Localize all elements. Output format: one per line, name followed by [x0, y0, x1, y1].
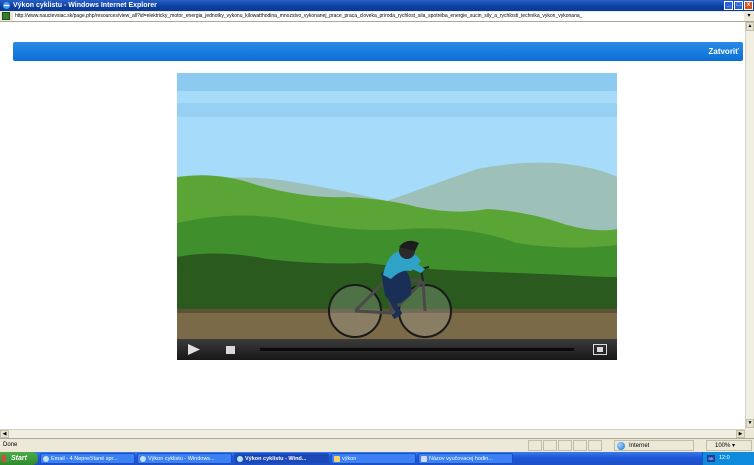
browser-icon: [140, 456, 146, 462]
scroll-corner: [745, 429, 754, 438]
scroll-right-arrow-icon[interactable]: ▶: [736, 430, 745, 438]
video-player[interactable]: [177, 73, 617, 360]
windows-logo-icon: [2, 455, 9, 462]
status-panel: [588, 440, 602, 451]
scroll-left-arrow-icon[interactable]: ◀: [0, 430, 9, 438]
security-zone[interactable]: Internet: [614, 440, 694, 451]
zoom-label: 100%: [715, 443, 731, 449]
address-dropdown-button[interactable]: ▾: [745, 12, 753, 21]
address-input[interactable]: http://www.nauctevsiac.sk/page.php/resou…: [13, 12, 744, 21]
page-icon: [2, 12, 10, 20]
status-text: Done: [3, 442, 18, 448]
scroll-down-arrow-icon[interactable]: ▼: [746, 419, 754, 428]
system-tray: SK 12:0: [702, 452, 754, 465]
address-bar: http://www.nauctevsiac.sk/page.php/resou…: [0, 11, 754, 22]
player-controls: [177, 339, 617, 360]
close-window-button[interactable]: x: [744, 1, 753, 10]
taskbar-item-ie-1[interactable]: Výkon cyklistu - Windows...: [137, 453, 232, 464]
vertical-scrollbar[interactable]: ▲ ▼: [745, 22, 754, 429]
close-link[interactable]: Zatvoriť: [708, 46, 739, 57]
scroll-up-arrow-icon[interactable]: ▲: [746, 22, 754, 31]
taskbar-item-label: Email - 4 Neprečítané spr...: [51, 456, 118, 462]
internet-explorer-icon: [2, 1, 11, 10]
horizontal-scrollbar[interactable]: ◀ ▶: [0, 429, 745, 438]
fullscreen-button[interactable]: [593, 344, 607, 355]
play-icon[interactable]: [187, 344, 201, 355]
zoom-level[interactable]: 100% ▾: [706, 440, 752, 451]
browser-icon: [43, 456, 49, 462]
taskbar-item-document[interactable]: Názov vyučovacej hodin...: [418, 453, 513, 464]
fullscreen-icon: [597, 347, 603, 352]
window-titlebar: Výkon cyklistu - Windows Internet Explor…: [0, 0, 754, 11]
taskbar-item-folder[interactable]: výkon: [331, 453, 416, 464]
taskbar-item-label: Výkon cyklistu - Windows...: [148, 456, 215, 462]
start-button[interactable]: Start: [0, 452, 38, 465]
language-indicator[interactable]: SK: [707, 455, 715, 462]
minimize-button[interactable]: _: [724, 1, 733, 10]
window-title: Výkon cyklistu - Windows Internet Explor…: [13, 2, 157, 9]
browser-icon: [237, 456, 243, 462]
taskbar-item-email[interactable]: Email - 4 Neprečítané spr...: [40, 453, 135, 464]
stop-button[interactable]: [226, 346, 235, 354]
start-label: Start: [11, 455, 27, 462]
taskbar-item-label: výkon: [342, 456, 357, 462]
status-panel: [573, 440, 587, 451]
taskbar-item-ie-active[interactable]: Výkon cyklistu - Wind...: [234, 453, 329, 464]
clock: 12:0: [719, 455, 730, 461]
maximize-button[interactable]: □: [734, 1, 743, 10]
zone-label: Internet: [629, 443, 650, 449]
taskbar-item-label: Názov vyučovacej hodin...: [429, 456, 493, 462]
status-panel: [558, 440, 572, 451]
cyclist-animation: [177, 73, 617, 339]
header-bar: Zatvoriť: [13, 42, 743, 61]
status-panels: [528, 440, 602, 451]
status-bar: Done Internet 100% ▾: [0, 438, 754, 452]
seek-bar[interactable]: [259, 347, 575, 352]
folder-icon: [334, 456, 340, 462]
taskbar-item-label: Výkon cyklistu - Wind...: [245, 456, 307, 462]
status-panel: [528, 440, 542, 451]
taskbar: Start Email - 4 Neprečítané spr... Výkon…: [0, 452, 754, 465]
page-content: Zatvoriť: [0, 22, 745, 429]
document-icon: [421, 456, 427, 462]
globe-icon: [617, 442, 625, 450]
status-panel: [543, 440, 557, 451]
